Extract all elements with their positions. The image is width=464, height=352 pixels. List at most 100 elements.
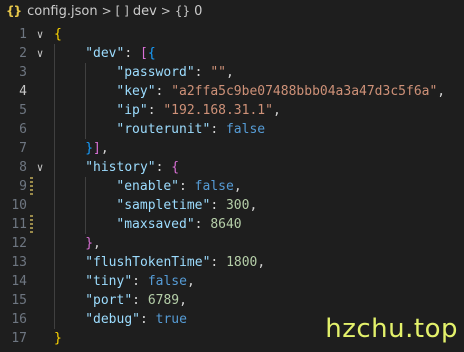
indent-guide — [54, 177, 55, 196]
code-line[interactable]: 5 "ip": "192.168.31.1", — [0, 101, 464, 120]
code-text: "port": 6789, — [85, 291, 187, 310]
indent-guide — [85, 120, 87, 139]
code-token: } — [85, 236, 94, 251]
code-line[interactable]: 14 "tiny": false, — [0, 272, 464, 291]
line-number: 15 — [11, 293, 27, 308]
fold-chevron-icon[interactable]: ∨ — [33, 25, 47, 44]
code-text: "history": { — [85, 158, 179, 177]
indent-guide — [54, 310, 55, 329]
code-line[interactable]: 6 "routerunit": false — [0, 120, 464, 139]
line-number: 13 — [11, 255, 27, 270]
line-number: 12 — [11, 236, 27, 251]
indent-guide — [54, 158, 55, 177]
fold-chevron-icon[interactable]: ∨ — [33, 158, 47, 177]
indent-guide — [54, 196, 55, 215]
code-token: : — [132, 274, 148, 289]
code-token: 6789 — [147, 293, 180, 308]
code-line[interactable]: 2 ∨ "dev": [{ — [0, 44, 464, 63]
code-text: "ip": "192.168.31.1", — [116, 101, 280, 120]
code-line[interactable]: 8 ∨ "history": { — [0, 158, 464, 177]
watermark: hzchu.top — [325, 314, 458, 344]
code-token: , — [186, 274, 195, 289]
indent-guide — [54, 44, 55, 63]
code-line[interactable]: 4 "key": "a2ffa5c9be07488bbb04a3a47d3c5f6… — [0, 82, 464, 101]
breadcrumb-segment-dev[interactable]: dev — [133, 4, 157, 19]
code-token: 8640 — [210, 217, 242, 232]
code-line[interactable]: 7}], — [0, 139, 464, 158]
indent-guide — [54, 253, 55, 272]
line-number: 10 — [11, 198, 27, 213]
indent-guide — [54, 63, 55, 82]
code-token: : — [210, 255, 227, 270]
line-number: 5 — [19, 103, 27, 118]
indent-guide — [54, 82, 55, 101]
code-text: "debug": true — [85, 310, 187, 329]
code-token: { — [54, 27, 62, 42]
code-token: "key" — [116, 84, 156, 99]
code-line[interactable]: 9 "enable": false, — [0, 177, 464, 196]
code-token: [ — [139, 46, 148, 61]
indent-guide — [85, 215, 87, 234]
code-token: } — [54, 331, 62, 346]
line-number: 14 — [11, 274, 27, 289]
code-text: "maxsaved": 8640 — [116, 215, 241, 234]
code-token: "ip" — [116, 103, 148, 118]
indent-guide — [54, 234, 55, 253]
code-token: : — [132, 293, 148, 308]
code-line[interactable]: 3 "password": "", — [0, 63, 464, 82]
code-token: , — [272, 103, 281, 118]
line-number: 17 — [11, 331, 27, 346]
breadcrumb-segment-index[interactable]: 0 — [194, 4, 202, 19]
code-line[interactable]: 10 "sampletime": 300, — [0, 196, 464, 215]
line-number: 6 — [19, 122, 27, 137]
code-editor[interactable]: 1 ∨{2 ∨ "dev": [{3 "password": "", 4 "key": "a… — [0, 22, 464, 352]
code-token: "flushTokenTime" — [85, 255, 211, 270]
code-token: "dev" — [85, 46, 125, 61]
code-token: "debug" — [85, 312, 140, 327]
code-text: "flushTokenTime": 1800, — [85, 253, 265, 272]
indent-guide — [54, 120, 55, 139]
code-token: , — [179, 293, 187, 308]
code-line[interactable]: 12}, — [0, 234, 464, 253]
code-text: "key": "a2ffa5c9be07488bbb04a3a47d3c5f6a… — [116, 82, 445, 101]
code-token: : — [210, 122, 226, 137]
code-token: false — [194, 179, 234, 194]
indent-guide — [54, 215, 55, 234]
code-token: , — [225, 65, 234, 80]
line-number: 4 — [19, 84, 27, 99]
code-token: true — [155, 312, 187, 327]
code-text: "password": "", — [116, 63, 233, 82]
code-token: , — [233, 179, 242, 194]
line-number: 16 — [11, 312, 27, 327]
code-token: : — [179, 179, 195, 194]
chevron-right-icon: > — [101, 4, 112, 18]
code-token: ] — [93, 141, 101, 156]
line-number: 1 — [19, 27, 27, 42]
code-line[interactable]: 1 ∨ { — [0, 25, 464, 44]
modified-line-marker[interactable] — [30, 177, 33, 196]
code-token: : — [194, 65, 211, 80]
code-line[interactable]: 13 "flushTokenTime": 1800, — [0, 253, 464, 272]
code-token: , — [93, 236, 101, 251]
code-token: "enable" — [116, 179, 180, 194]
code-token: "sampletime" — [116, 198, 211, 213]
code-token: : — [155, 160, 172, 175]
array-icon: [ ] — [115, 4, 129, 18]
code-text: }, — [85, 234, 101, 253]
code-token: "history" — [85, 160, 156, 175]
code-token: "tiny" — [85, 274, 133, 289]
code-token: "a2ffa5c9be07488bbb04a3a47d3c5f6a" — [171, 84, 438, 99]
indent-guide — [85, 177, 87, 196]
indent-guide — [54, 101, 55, 120]
code-token: "" — [210, 65, 226, 80]
code-token: false — [147, 274, 187, 289]
code-line[interactable]: 15 "port": 6789, — [0, 291, 464, 310]
code-token: : — [155, 84, 172, 99]
breadcrumb-file[interactable]: config.json — [27, 4, 98, 19]
code-line[interactable]: 11 "maxsaved": 8640 — [0, 215, 464, 234]
indent-guide — [85, 63, 87, 82]
modified-line-marker[interactable] — [30, 215, 33, 234]
code-token: "routerunit" — [116, 122, 211, 137]
fold-chevron-icon[interactable]: ∨ — [33, 44, 47, 63]
line-number: 11 — [11, 217, 27, 232]
